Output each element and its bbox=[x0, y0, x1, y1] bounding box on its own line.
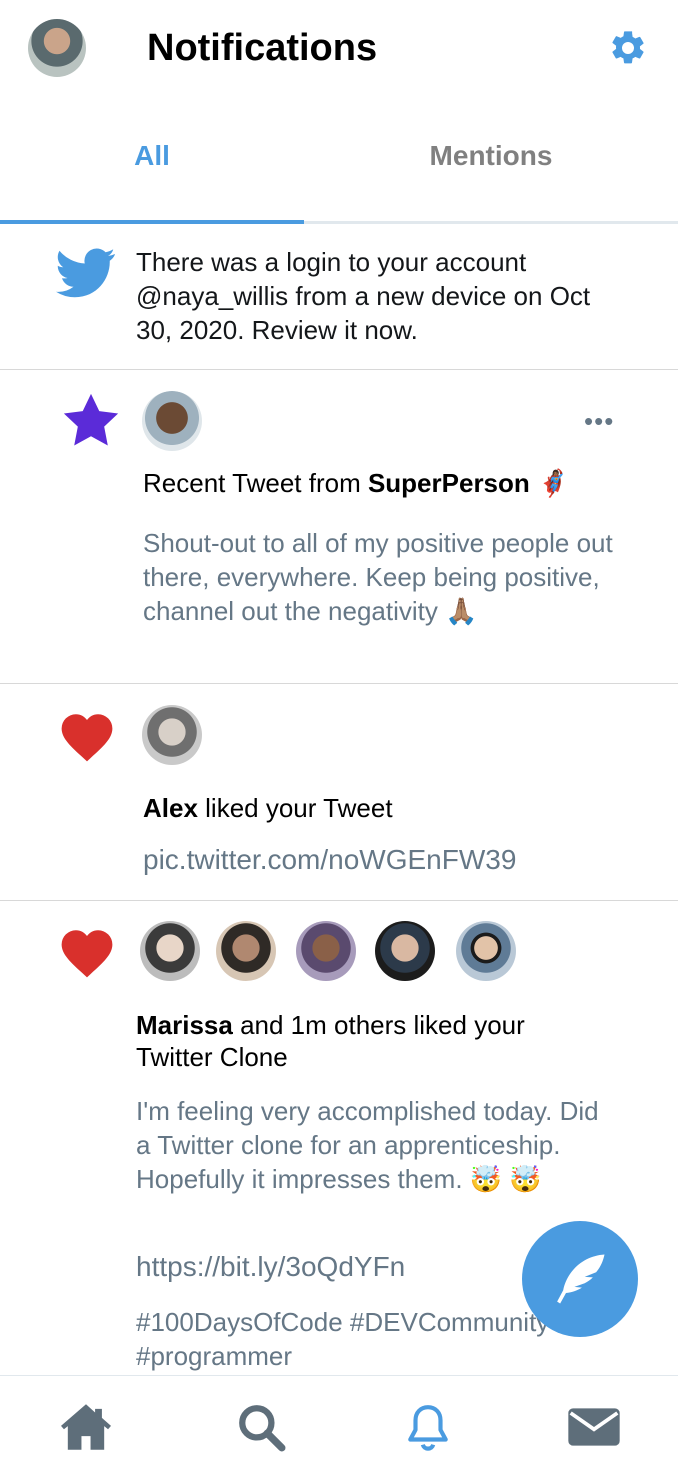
notification-security[interactable]: There was a login to your account @naya_… bbox=[0, 227, 678, 370]
like-action: liked your Tweet bbox=[197, 793, 393, 823]
heart-icon bbox=[61, 714, 113, 762]
notification-text: There was a login to your account @naya_… bbox=[136, 247, 591, 345]
tweet-body: Shout-out to all of my positive people o… bbox=[143, 528, 613, 626]
headline-prefix: Recent Tweet from bbox=[143, 468, 368, 498]
compose-tweet-button[interactable] bbox=[522, 1221, 638, 1337]
search-icon[interactable] bbox=[233, 1402, 289, 1452]
notification-headline: Recent Tweet from SuperPerson 🦸🏾‍♀️ bbox=[143, 468, 569, 499]
active-tab-indicator bbox=[0, 220, 304, 224]
tab-mentions[interactable]: Mentions bbox=[304, 140, 678, 172]
page-title: Notifications bbox=[147, 27, 378, 69]
mail-icon[interactable] bbox=[566, 1402, 622, 1452]
tweet-link[interactable]: https://bit.ly/3oQdYFn bbox=[136, 1251, 405, 1283]
avatar[interactable] bbox=[296, 921, 356, 981]
home-icon[interactable] bbox=[58, 1402, 114, 1452]
tab-all[interactable]: All bbox=[0, 140, 304, 172]
feather-compose-icon bbox=[557, 1254, 605, 1304]
tweet-body: I'm feeling very accomplished today. Did… bbox=[136, 1096, 599, 1194]
notification-headline: Marissa and 1m others liked your Twitter… bbox=[136, 1009, 606, 1073]
avatar[interactable] bbox=[216, 921, 276, 981]
header: Notifications bbox=[0, 0, 678, 100]
tweet-link[interactable]: pic.twitter.com/noWGEnFW39 bbox=[143, 844, 516, 876]
notification-recent-tweet[interactable]: ••• Recent Tweet from SuperPerson 🦸🏾‍♀️ … bbox=[0, 370, 678, 684]
avatar[interactable] bbox=[142, 391, 202, 451]
star-icon bbox=[63, 393, 119, 446]
user-name[interactable]: Marissa bbox=[136, 1010, 233, 1040]
bell-icon[interactable] bbox=[400, 1402, 456, 1452]
avatar[interactable] bbox=[375, 921, 435, 981]
heart-icon bbox=[61, 930, 113, 978]
profile-avatar[interactable] bbox=[28, 19, 86, 77]
notification-like[interactable]: Alex liked your Tweet pic.twitter.com/no… bbox=[0, 684, 678, 901]
liker-avatars bbox=[136, 921, 536, 983]
author-name[interactable]: SuperPerson bbox=[368, 468, 530, 498]
avatar[interactable] bbox=[140, 921, 200, 981]
bottom-navigation bbox=[0, 1375, 678, 1476]
more-options-icon[interactable]: ••• bbox=[584, 406, 614, 437]
avatar[interactable] bbox=[142, 705, 202, 765]
notification-headline: Alex liked your Tweet bbox=[143, 793, 393, 824]
twitter-bird-icon bbox=[56, 248, 115, 298]
notification-tabs: All Mentions bbox=[0, 118, 678, 224]
author-emoji: 🦸🏾‍♀️ bbox=[537, 468, 570, 498]
avatar[interactable] bbox=[456, 921, 516, 981]
user-name[interactable]: Alex bbox=[143, 793, 198, 823]
gear-icon[interactable] bbox=[608, 28, 648, 68]
notifications-feed[interactable]: There was a login to your account @naya_… bbox=[0, 227, 678, 1375]
